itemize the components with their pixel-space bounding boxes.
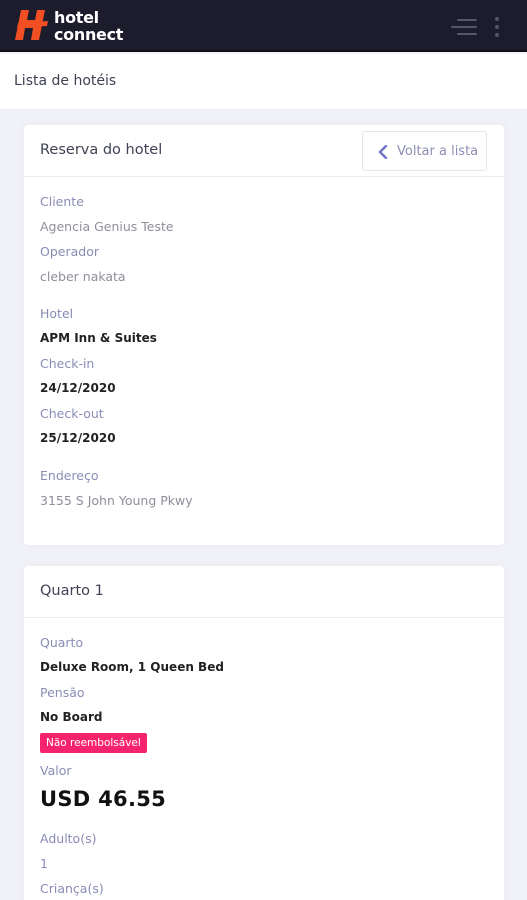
back-to-list-label: Voltar a lista [397, 144, 479, 159]
brand-name-line2: connect [54, 25, 124, 44]
cliente-label: Cliente [40, 194, 84, 209]
hotel-label: Hotel [40, 306, 74, 321]
reservation-card-header: Reserva do hotel Voltar a lista [24, 125, 504, 177]
checkin-value: 24/12/2020 [40, 381, 116, 395]
price-value: USD 46.55 [40, 787, 167, 811]
reservation-card-title: Reserva do hotel [40, 142, 163, 158]
page-title: Lista de hotéis [14, 73, 117, 89]
valor-label: Valor [40, 763, 72, 778]
chevron-left-icon [378, 145, 388, 159]
pensao-label: Pensão [40, 685, 85, 700]
brand-name: hotel connect [54, 9, 123, 43]
hotel-connect-logo-icon[interactable] [13, 7, 49, 43]
checkout-value: 25/12/2020 [40, 431, 116, 445]
reservation-card: Reserva do hotel Voltar a lista Cliente … [24, 125, 504, 545]
operador-value: cleber nakata [40, 269, 126, 284]
quarto-label: Quarto [40, 635, 84, 650]
back-to-list-button[interactable]: Voltar a lista [362, 131, 487, 171]
adultos-value: 1 [40, 856, 48, 871]
endereco-value: 3155 S John Young Pkwy [40, 493, 193, 508]
cliente-value: Agencia Genius Teste [40, 219, 174, 234]
top-bar: hotel connect [0, 0, 527, 52]
adultos-label: Adulto(s) [40, 831, 97, 846]
more-options-icon[interactable] [490, 15, 504, 39]
page-subheader: Lista de hotéis [0, 54, 527, 110]
room-card: Quarto 1 Quarto Deluxe Room, 1 Queen Bed… [24, 566, 504, 900]
non-refundable-badge: Não reembolsável [40, 733, 147, 753]
pensao-value: No Board [40, 710, 103, 724]
quarto-value: Deluxe Room, 1 Queen Bed [40, 660, 224, 674]
endereco-label: Endereço [40, 468, 99, 483]
brand-name-line1: hotel [54, 8, 99, 27]
room-card-title: Quarto 1 [40, 583, 104, 599]
menu-toggle-icon[interactable] [449, 16, 477, 38]
room-card-header: Quarto 1 [24, 566, 504, 618]
checkin-label: Check-in [40, 356, 95, 371]
operador-label: Operador [40, 244, 99, 259]
criancas-label: Criança(s) [40, 881, 104, 896]
hotel-value: APM Inn & Suites [40, 331, 157, 345]
checkout-label: Check-out [40, 406, 104, 421]
